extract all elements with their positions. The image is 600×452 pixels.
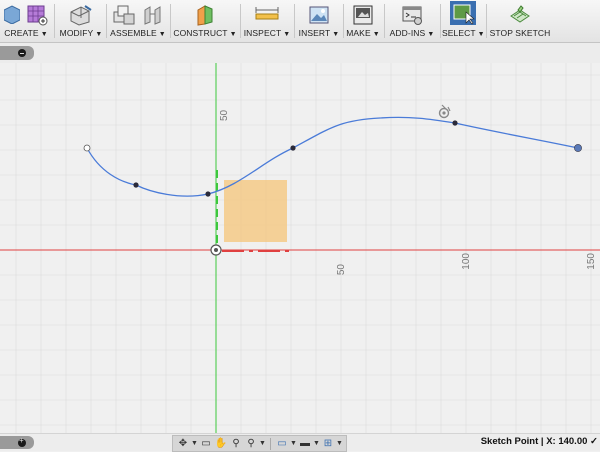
make-3dprint-icon (353, 5, 373, 25)
make-menu-label: MAKE (346, 28, 371, 38)
chevron-down-icon: ▼ (40, 31, 48, 38)
construct-plane-icon (197, 5, 213, 26)
inspect-menu[interactable]: INSPECT ▼ (242, 0, 292, 42)
chevron-down-icon[interactable]: ▼ (191, 437, 198, 451)
spline-start-point[interactable] (83, 144, 91, 152)
browser-toggle[interactable] (0, 46, 34, 60)
modify-box-icon (70, 5, 92, 26)
spline-end-point[interactable] (574, 144, 582, 152)
status-readout: Sketch Point | X: 140.00 ✓ (480, 436, 598, 447)
grid-settings-icon[interactable]: ⊞ (321, 437, 335, 451)
display-settings-icon[interactable]: ▭ (275, 437, 289, 451)
browser-bar (0, 43, 600, 63)
inspect-measure-icon (255, 7, 279, 20)
chevron-down-icon: ▼ (332, 31, 340, 38)
chevron-down-icon: ▼ (158, 31, 166, 38)
x-axis-label-100: 100 (461, 253, 472, 270)
spline-fit-point[interactable] (133, 182, 139, 188)
spline-fit-point[interactable] (290, 145, 296, 151)
comments-toggle[interactable] (0, 436, 34, 449)
chevron-down-icon: ▼ (372, 31, 380, 38)
chevron-down-icon: ▼ (95, 31, 103, 38)
chevron-down-icon: ▼ (427, 31, 435, 38)
visual-style-icon[interactable]: ▬ (298, 437, 312, 451)
collapse-icon (18, 49, 26, 57)
addins-menu-label: ADD-INS (389, 28, 426, 38)
make-menu[interactable]: MAKE ▼ (345, 0, 381, 42)
pan-icon[interactable]: ✋ (214, 437, 228, 451)
assemble-menu-label: ASSEMBLE (110, 28, 157, 38)
spline-fit-point[interactable] (205, 191, 211, 197)
addins-script-icon (402, 6, 422, 25)
addins-menu[interactable]: ADD-INS ▼ (386, 0, 438, 42)
chevron-down-icon[interactable]: ▼ (336, 437, 343, 451)
chevron-down-icon: ▼ (283, 31, 291, 38)
create-menu[interactable]: CREATE ▼ (0, 0, 52, 42)
sketch-profile-face[interactable] (224, 180, 287, 242)
create-menu-label: CREATE (4, 28, 39, 38)
x-axis-label-150: 150 (586, 253, 597, 270)
create-cube-icon (27, 5, 48, 26)
joint-icon (144, 6, 161, 25)
chevron-down-icon[interactable]: ▼ (259, 437, 266, 451)
y-axis-label-50: 50 (219, 109, 230, 121)
toolbar-divider (384, 4, 385, 38)
spline-fit-point[interactable] (452, 120, 458, 126)
insert-menu-label: INSERT (298, 28, 331, 38)
stop-sketch-button[interactable]: STOP SKETCH (488, 0, 552, 42)
stop-sketch-label: STOP SKETCH (489, 28, 551, 38)
toolbar-divider (54, 4, 55, 38)
x-axis-label-50: 50 (336, 264, 347, 276)
sketch-origin-point[interactable] (210, 244, 222, 256)
orbit-icon[interactable]: ✥ (176, 437, 190, 451)
select-tool-active (450, 1, 476, 25)
toolbar-divider (294, 4, 295, 38)
zoom-icon[interactable]: ⚲ (229, 437, 243, 451)
modify-menu[interactable]: MODIFY ▼ (56, 0, 106, 42)
stop-sketch-icon (510, 5, 530, 23)
toolbar-divider (170, 4, 171, 38)
fit-icon[interactable]: ⚲ (244, 437, 258, 451)
chevron-down-icon: ▼ (229, 31, 237, 38)
insert-image-icon (309, 6, 329, 24)
create-box-icon (4, 5, 20, 24)
modify-menu-label: MODIFY (59, 28, 94, 38)
toolbar-divider (343, 4, 344, 38)
construct-menu-label: CONSTRUCT (173, 28, 228, 38)
select-menu[interactable]: SELECT ▼ (442, 0, 485, 42)
assemble-menu[interactable]: ASSEMBLE ▼ (108, 0, 168, 42)
toolbar-divider (240, 4, 241, 38)
chevron-down-icon[interactable]: ▼ (313, 437, 320, 451)
main-toolbar: CREATE ▼ MODIFY ▼ ASSEMBLE ▼ CONSTRUCT ▼… (0, 0, 600, 43)
select-box-icon (453, 4, 475, 25)
insert-menu[interactable]: INSERT ▼ (296, 0, 342, 42)
add-comment-icon (18, 436, 26, 447)
navbar-divider (270, 437, 271, 450)
toolbar-divider (440, 4, 441, 38)
status-bar: ✥ ▼ ▭ ✋ ⚲ ⚲ ▼ ▭ ▼ ▬ ▼ ⊞ ▼ Sketch Point |… (0, 433, 600, 452)
inspect-menu-label: INSPECT (243, 28, 282, 38)
navigation-bar: ✥ ▼ ▭ ✋ ⚲ ⚲ ▼ ▭ ▼ ▬ ▼ ⊞ ▼ (172, 435, 347, 452)
toolbar-divider (486, 4, 487, 38)
construct-menu[interactable]: CONSTRUCT ▼ (172, 0, 238, 42)
sketch-canvas[interactable]: 50 50 100 150 (0, 63, 600, 433)
chevron-down-icon: ▼ (477, 31, 485, 38)
assemble-blocks-icon (113, 5, 135, 25)
look-at-icon[interactable]: ▭ (199, 437, 213, 451)
canvas-background (0, 63, 600, 433)
select-menu-label: SELECT (442, 28, 476, 38)
toolbar-divider (106, 4, 107, 38)
chevron-down-icon[interactable]: ▼ (290, 437, 297, 451)
